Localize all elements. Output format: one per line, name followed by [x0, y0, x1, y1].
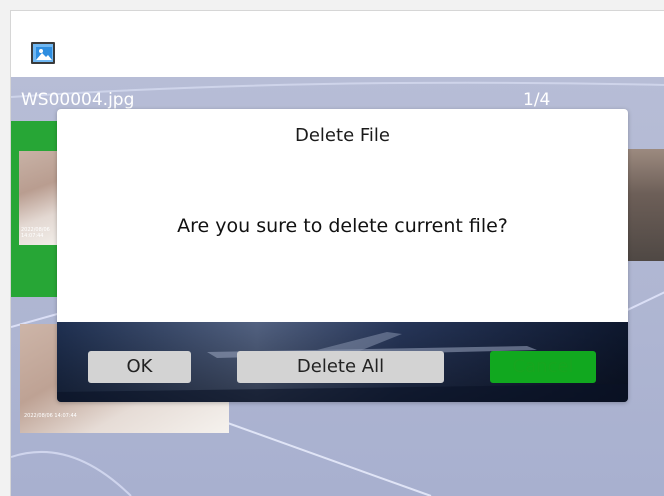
delete-all-button[interactable]: Delete All — [237, 351, 444, 383]
thumbnail-timestamp-2: 2022/08/06 14:07:44 — [24, 413, 77, 419]
file-counter: 1/4 — [523, 90, 551, 110]
file-name-label: WS00004.jpg — [21, 90, 135, 110]
thumbnail-image-3[interactable] — [628, 149, 664, 261]
selected-thumbnail[interactable]: 2022/08/06 14:07:44 — [11, 121, 61, 297]
dialog-title: Delete File — [295, 125, 390, 146]
image-gallery-icon[interactable] — [30, 41, 56, 65]
top-bar — [11, 11, 664, 77]
dialog-message: Are you sure to delete current file? — [177, 215, 508, 237]
dialog-button-bar: OK Delete All Cancel — [57, 322, 628, 402]
thumbnail-timestamp: 2022/08/06 14:07:44 — [21, 227, 50, 239]
delete-file-dialog: Delete File Are you sure to delete curre… — [57, 109, 628, 402]
thumbnail-image: 2022/08/06 14:07:44 — [19, 151, 59, 245]
ok-button[interactable]: OK — [88, 351, 191, 383]
cancel-button[interactable]: Cancel — [490, 351, 596, 383]
